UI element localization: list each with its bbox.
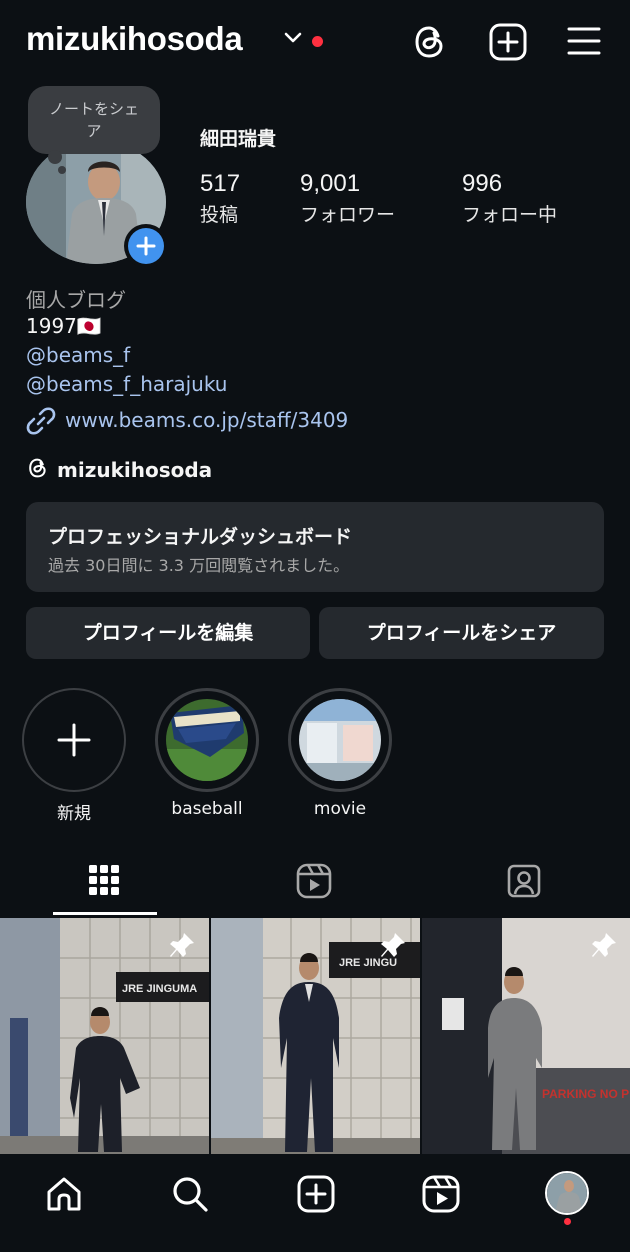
highlight-label: 新規 <box>57 804 91 824</box>
search-icon[interactable] <box>170 1174 210 1214</box>
post-sign-text: JRE JINGUMA <box>122 983 197 995</box>
pin-icon <box>381 933 405 957</box>
dashboard-subtitle: 過去 30日間に 3.3 万回閲覧されました。 <box>48 556 350 575</box>
bottom-nav <box>0 1154 630 1252</box>
grid-post[interactable]: JRE JINGU <box>211 918 420 1154</box>
highlight-label: movie <box>313 799 367 819</box>
share-profile-button[interactable]: プロフィールをシェア <box>319 607 604 659</box>
highlight-baseball[interactable]: baseball <box>155 688 259 819</box>
stat-following[interactable]: 996 フォロー中 <box>462 170 557 227</box>
external-link-text: www.beams.co.jp/staff/3409 <box>65 408 349 432</box>
mention-link[interactable]: @beams_f_harajuku <box>26 372 227 396</box>
profile-tab-avatar[interactable] <box>545 1171 589 1215</box>
grid-post[interactable]: PARKING NO P <box>422 918 630 1154</box>
tab-tagged[interactable] <box>420 850 630 916</box>
notification-dot <box>564 1218 571 1225</box>
note-bubble-tail <box>48 150 62 164</box>
threads-icon[interactable] <box>410 22 450 62</box>
stat-posts[interactable]: 517 投稿 <box>200 170 240 227</box>
plus-icon <box>57 723 91 757</box>
reels-icon <box>296 863 332 899</box>
add-story-button[interactable] <box>124 224 168 268</box>
professional-dashboard[interactable]: プロフェッショナルダッシュボード 過去 30日間に 3.3 万回閲覧されました。 <box>26 502 604 592</box>
threads-handle: mizukihosoda <box>57 458 213 482</box>
stat-value: 517 <box>200 170 241 197</box>
tab-posts-grid[interactable] <box>0 850 210 916</box>
stat-label: 投稿 <box>200 204 239 226</box>
highlight-cover <box>299 699 381 781</box>
note-bubble-tail-small <box>58 166 66 174</box>
grid-post[interactable]: JRE JINGUMA <box>0 918 209 1154</box>
highlight-new[interactable]: 新規 <box>22 688 126 824</box>
notification-dot <box>312 36 323 47</box>
bio-text: 1997🇯🇵 <box>26 314 102 338</box>
home-icon[interactable] <box>44 1174 84 1214</box>
note-bubble[interactable]: ノートをシェア <box>28 86 160 154</box>
profile-tabs <box>0 850 630 918</box>
stat-label: フォロワー <box>300 204 396 226</box>
post-sign-text: PARKING NO P <box>542 1087 629 1101</box>
profile-category: 個人ブログ <box>26 288 126 312</box>
link-icon <box>26 407 56 435</box>
full-name: 細田瑞貴 <box>200 128 277 150</box>
edit-profile-button[interactable]: プロフィールを編集 <box>26 607 310 659</box>
highlight-cover <box>166 699 248 781</box>
stat-value: 9,001 <box>300 170 361 197</box>
tab-reels[interactable] <box>210 850 420 916</box>
top-bar: mizukihosoda <box>0 0 630 84</box>
stat-value: 996 <box>462 170 503 197</box>
active-tab-indicator <box>53 912 157 915</box>
tagged-icon <box>507 864 541 898</box>
chevron-down-icon[interactable] <box>284 32 302 44</box>
menu-icon[interactable] <box>566 26 602 56</box>
threads-profile-link[interactable]: mizukihosoda <box>26 456 212 485</box>
external-link[interactable]: www.beams.co.jp/staff/3409 <box>26 406 348 441</box>
stat-label: フォロー中 <box>462 204 558 226</box>
plus-icon <box>136 236 156 256</box>
grid-icon <box>89 865 119 895</box>
highlight-label: baseball <box>171 799 243 819</box>
dashboard-title: プロフェッショナルダッシュボード <box>48 526 353 548</box>
username-switcher[interactable]: mizukihosoda <box>26 20 243 58</box>
highlight-movie[interactable]: movie <box>288 688 392 819</box>
reels-icon[interactable] <box>421 1174 461 1214</box>
note-placeholder: ノートをシェア <box>48 100 139 140</box>
pin-icon <box>170 933 194 957</box>
create-icon[interactable] <box>296 1174 336 1214</box>
mention-link[interactable]: @beams_f <box>26 343 130 367</box>
create-post-icon[interactable] <box>488 22 528 62</box>
posts-grid: JRE JINGUMA JRE JINGU PARKING NO P <box>0 918 630 1154</box>
threads-icon <box>29 458 46 478</box>
stat-followers[interactable]: 9,001 フォロワー <box>300 170 395 227</box>
pin-icon <box>592 933 616 957</box>
